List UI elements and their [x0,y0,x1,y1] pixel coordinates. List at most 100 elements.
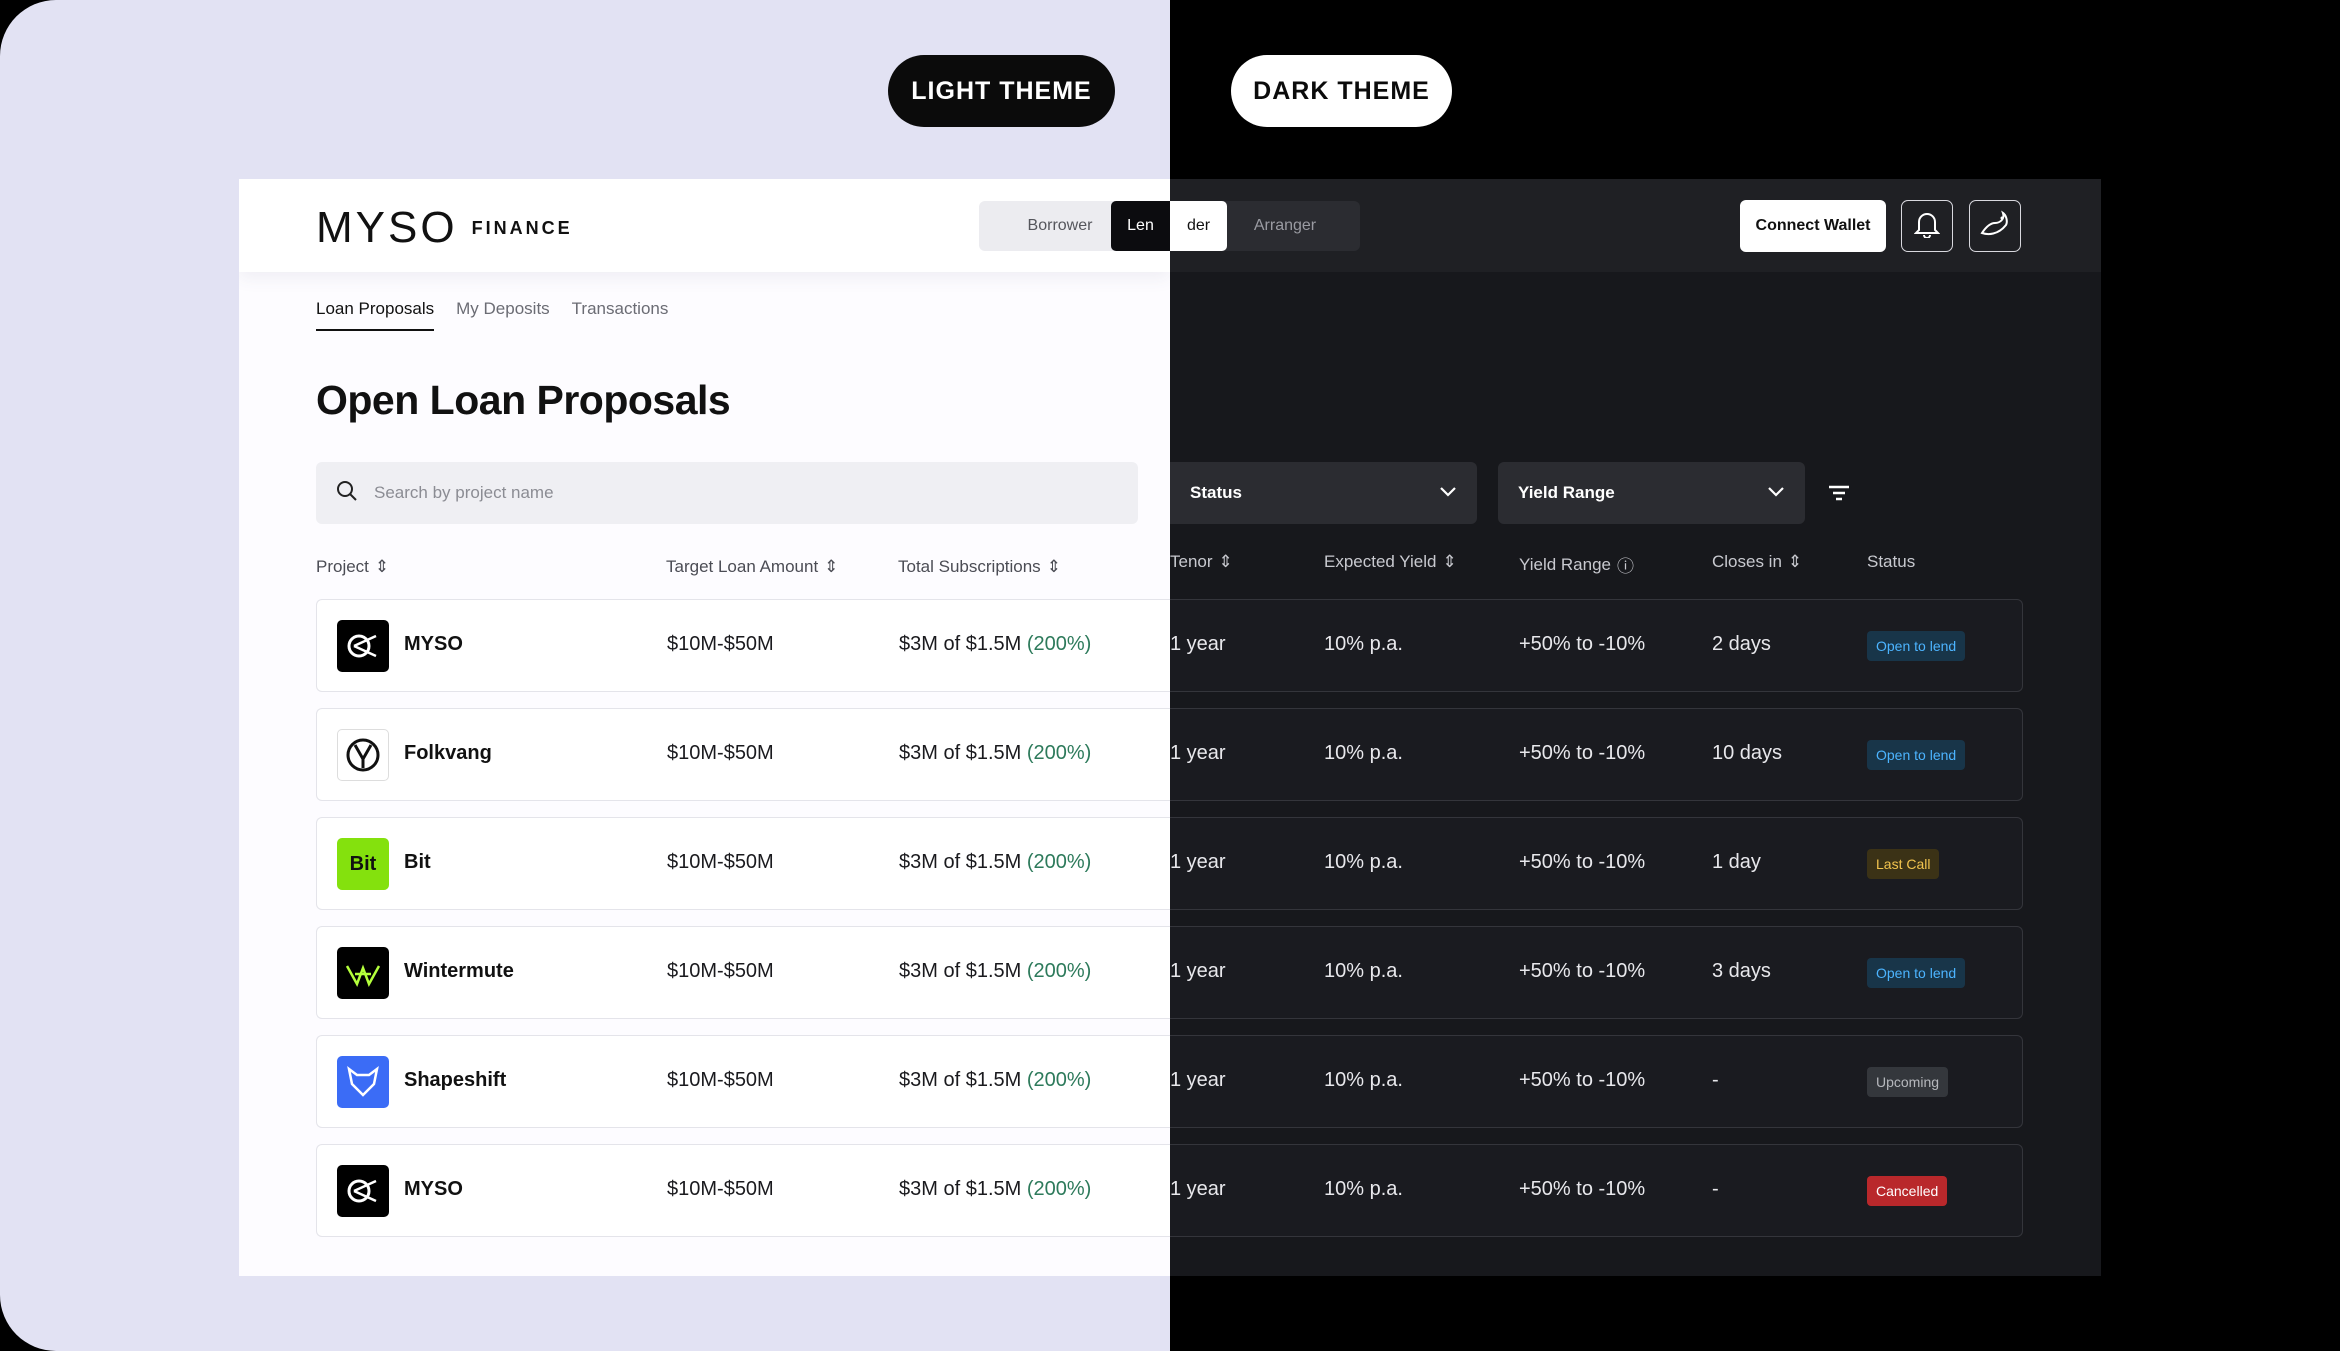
chevron-down-icon [1767,483,1785,503]
table-row[interactable]: Bit Bit $10M-$50M $3M of $1.5M (200%) [316,817,1170,910]
status-badge: Upcoming [1867,1067,1949,1097]
myso-logo-icon [337,1165,389,1217]
search-input[interactable] [374,483,974,503]
app-light-theme: MYSO FINANCE Borrower Len Loan Proposals… [239,179,1170,1276]
table-row[interactable]: 1 year 10% p.a. +50% to -10% 2 days Open… [1170,599,2023,692]
yield-range-filter-dropdown[interactable]: Yield Range [1498,462,1805,524]
table-row[interactable]: 1 year 10% p.a. +50% to -10% 1 day Last … [1170,817,2023,910]
role-borrower[interactable]: Borrower [1005,201,1115,251]
project-name: MYSO [404,633,463,655]
folkvang-logo-icon [337,729,389,781]
table-row[interactable]: 1 year 10% p.a. +50% to -10% - Upcoming [1170,1035,2023,1128]
sort-icon: ⇕ [1046,557,1061,576]
profile-button[interactable] [1969,200,2021,252]
sort-icon: ⇕ [1442,552,1457,571]
sort-icon: ⇕ [374,557,390,576]
target-amount: $10M-$50M [667,1178,774,1200]
yield-range: +50% to -10% [1519,851,1646,873]
showcase-canvas: LIGHT THEME DARK THEME MYSO FINANCE Borr… [0,0,2340,1351]
subscriptions: $3M of $1.5M (200%) [899,742,1092,764]
tab-my-deposits[interactable]: My Deposits [456,299,550,331]
yield-range: +50% to -10% [1519,1178,1646,1200]
col-header-tenor[interactable]: Tenor ⇕ [1170,552,1233,572]
project-name: Folkvang [404,742,492,764]
wintermute-logo-icon [337,947,389,999]
subscriptions: $3M of $1.5M (200%) [899,633,1092,655]
closes-in: 3 days [1712,960,1771,982]
table-row[interactable]: MYSO $10M-$50M $3M of $1.5M (200%) [316,1144,1170,1237]
target-amount: $10M-$50M [667,742,774,764]
expected-yield: 10% p.a. [1324,1069,1403,1091]
tenor: 1 year [1170,851,1226,873]
chevron-down-icon [1439,483,1457,503]
search-icon [336,480,358,507]
expected-yield: 10% p.a. [1324,742,1403,764]
myso-logo-icon [337,620,389,672]
sort-icon: ⇕ [1787,552,1803,571]
myso-finance-logo[interactable]: MYSO FINANCE [316,203,573,253]
project-name: Shapeshift [404,1069,507,1091]
filter-icon[interactable] [1825,479,1853,507]
table-row[interactable]: 1 year 10% p.a. +50% to -10% 10 days Ope… [1170,708,2023,801]
col-header-subscriptions[interactable]: Total Subscriptions ⇕ [898,557,1061,577]
table-row[interactable]: MYSO $10M-$50M $3M of $1.5M (200%) [316,599,1170,692]
tenor: 1 year [1170,742,1226,764]
col-header-yield-range[interactable]: Yield Range ⓘ [1519,552,1634,577]
status-filter-dropdown[interactable]: Status [1170,462,1477,524]
status-badge: Open to lend [1867,958,1966,988]
top-bar: Arranger der Connect Wallet [1170,179,2101,272]
table-row[interactable]: Wintermute $10M-$50M $3M of $1.5M (200%) [316,926,1170,1019]
col-header-expected-yield[interactable]: Expected Yield ⇕ [1324,552,1457,572]
top-bar: MYSO FINANCE Borrower Len [239,179,1170,272]
target-amount: $10M-$50M [667,1069,774,1091]
closes-in: 10 days [1712,742,1783,764]
subscriptions: $3M of $1.5M (200%) [899,1069,1092,1091]
col-header-target[interactable]: Target Loan Amount ⇕ [666,557,838,577]
light-theme-pill: LIGHT THEME [888,55,1115,127]
subscriptions: $3M of $1.5M (200%) [899,851,1092,873]
tab-loan-proposals[interactable]: Loan Proposals [316,299,435,331]
status-badge: Open to lend [1867,740,1966,770]
yield-range: +50% to -10% [1519,960,1646,982]
closes-in: - [1712,1069,1719,1091]
table-row[interactable]: 1 year 10% p.a. +50% to -10% - Cancelled [1170,1144,2023,1237]
tenor: 1 year [1170,633,1226,655]
notifications-button[interactable] [1901,200,1953,252]
role-lender[interactable]: der [1170,201,1227,251]
expected-yield: 10% p.a. [1324,851,1403,873]
table-row[interactable]: 1 year 10% p.a. +50% to -10% 3 days Open… [1170,926,2023,1019]
target-amount: $10M-$50M [667,960,774,982]
logo-word: MYSO [316,203,458,252]
col-header-project[interactable]: Project ⇕ [316,557,389,577]
page-title: Open Loan Proposals [316,377,731,423]
expected-yield: 10% p.a. [1324,633,1403,655]
app-dark-theme: Arranger der Connect Wallet Status Yield… [1170,179,2101,1276]
yield-range: +50% to -10% [1519,633,1646,655]
table-row[interactable]: Shapeshift $10M-$50M $3M of $1.5M (200%) [316,1035,1170,1128]
logo-sub: FINANCE [471,217,573,238]
subscriptions: $3M of $1.5M (200%) [899,1178,1092,1200]
closes-in: - [1712,1178,1719,1200]
target-amount: $10M-$50M [667,851,774,873]
status-badge: Cancelled [1867,1176,1948,1206]
role-lender[interactable]: Len [1111,201,1170,251]
col-header-closes-in[interactable]: Closes in ⇕ [1712,552,1802,572]
avatar-icon [1978,209,2012,244]
table-row[interactable]: Folkvang $10M-$50M $3M of $1.5M (200%) [316,708,1170,801]
info-icon: ⓘ [1617,557,1634,576]
tab-transactions[interactable]: Transactions [572,299,669,331]
sort-icon: ⇕ [824,557,839,576]
shapeshift-logo-icon [337,1056,389,1108]
yield-range: +50% to -10% [1519,742,1646,764]
closes-in: 1 day [1712,851,1761,873]
subscriptions: $3M of $1.5M (200%) [899,960,1092,982]
status-badge: Open to lend [1867,631,1966,661]
bit-logo-icon: Bit [337,838,389,890]
bell-icon [1913,210,1941,243]
role-arranger[interactable]: Arranger [1230,201,1340,251]
col-header-status: Status [1867,552,1916,571]
nav-tabs: Loan Proposals My Deposits Transactions [316,299,668,331]
yield-range: +50% to -10% [1519,1069,1646,1091]
tenor: 1 year [1170,1069,1226,1091]
connect-wallet-button[interactable]: Connect Wallet [1740,200,1886,252]
